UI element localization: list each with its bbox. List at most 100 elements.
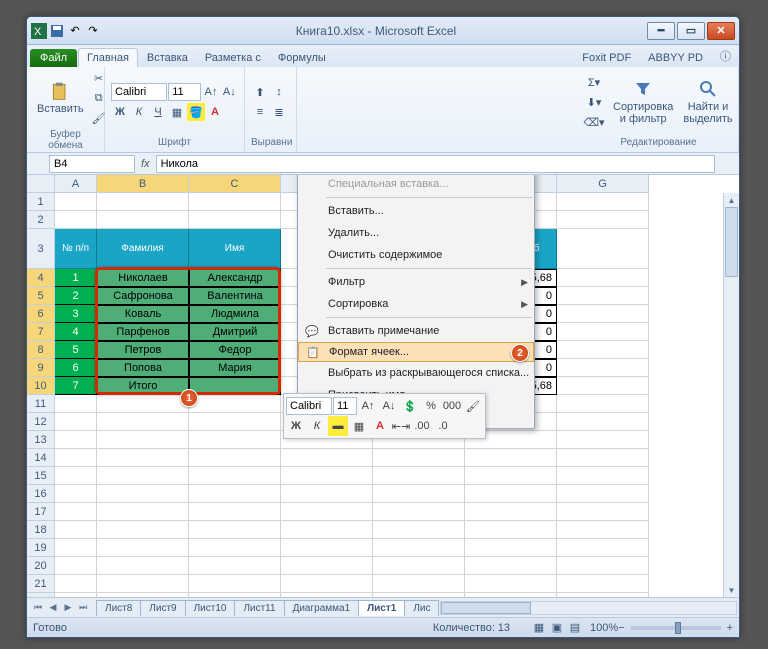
ctx-sort[interactable]: Сортировка▶ <box>298 293 534 315</box>
cell[interactable] <box>189 539 281 557</box>
tab-nav-prev-icon[interactable]: ◀ <box>46 601 60 615</box>
shrink-font-icon[interactable]: A↓ <box>221 83 238 101</box>
minimize-button[interactable]: ━ <box>647 22 675 40</box>
row-header-17[interactable]: 17 <box>27 503 55 521</box>
row-header-14[interactable]: 14 <box>27 449 55 467</box>
cell[interactable] <box>557 431 649 449</box>
row-header-16[interactable]: 16 <box>27 485 55 503</box>
cell[interactable]: Александр <box>189 269 281 287</box>
autosum-icon[interactable]: Σ▾ <box>585 73 603 91</box>
font-name-combo[interactable]: Calibri <box>111 83 167 101</box>
cell[interactable] <box>97 211 189 229</box>
border-icon[interactable]: ▦ <box>349 416 369 436</box>
worksheet-grid[interactable]: ABCDEFG 12345678910111213141516171819202… <box>27 175 739 597</box>
cell[interactable] <box>465 575 557 593</box>
scroll-down-icon[interactable]: ▼ <box>724 583 739 597</box>
file-tab[interactable]: Файл <box>30 49 77 67</box>
cell[interactable] <box>97 193 189 211</box>
cell[interactable] <box>97 413 189 431</box>
cell[interactable] <box>373 449 465 467</box>
cell[interactable] <box>97 395 189 413</box>
cell[interactable] <box>55 193 97 211</box>
cell[interactable] <box>189 193 281 211</box>
cell[interactable] <box>281 449 373 467</box>
format-painter-icon[interactable]: 🖌 <box>463 396 483 416</box>
grow-font-icon[interactable]: A↑ <box>358 396 378 416</box>
zoom-slider[interactable] <box>631 626 721 630</box>
ribbon-help-icon[interactable]: ⓘ <box>712 45 739 67</box>
ctx-filter[interactable]: Фильтр▶ <box>298 271 534 293</box>
cell[interactable] <box>281 521 373 539</box>
cell[interactable]: 5 <box>55 341 97 359</box>
cell[interactable] <box>557 593 649 597</box>
redo-icon[interactable]: ↷ <box>85 23 101 39</box>
cell[interactable] <box>97 449 189 467</box>
decrease-decimal-icon[interactable]: .0 <box>433 416 453 436</box>
thousands-icon[interactable]: 000 <box>442 396 462 416</box>
bold-icon[interactable]: Ж <box>111 103 129 121</box>
col-header-A[interactable]: A <box>55 175 97 193</box>
cell[interactable] <box>465 503 557 521</box>
cell[interactable] <box>373 575 465 593</box>
cell[interactable] <box>55 467 97 485</box>
tab-insert[interactable]: Вставка <box>139 49 196 67</box>
row-header-2[interactable]: 2 <box>27 211 55 229</box>
cell[interactable] <box>557 503 649 521</box>
zoom-out-icon[interactable]: − <box>618 622 624 634</box>
ctx-insert[interactable]: Вставить... <box>298 200 534 222</box>
row-header-10[interactable]: 10 <box>27 377 55 395</box>
cell[interactable] <box>55 521 97 539</box>
ctx-dropdown-pick[interactable]: Выбрать из раскрывающегося списка... <box>298 362 534 384</box>
cell[interactable]: Имя <box>189 229 281 269</box>
sheet-tab[interactable]: Лист1 <box>358 600 405 616</box>
font-color-icon[interactable]: A <box>370 416 390 436</box>
sheet-tab[interactable]: Лист9 <box>140 600 185 616</box>
font-color-icon[interactable]: A <box>206 103 224 121</box>
row-header-8[interactable]: 8 <box>27 341 55 359</box>
cell[interactable] <box>281 503 373 521</box>
cell[interactable] <box>557 395 649 413</box>
cell[interactable] <box>557 521 649 539</box>
cell[interactable] <box>97 467 189 485</box>
increase-decimal-icon[interactable]: .00 <box>412 416 432 436</box>
align-mid-icon[interactable]: ↕ <box>270 83 288 101</box>
cell[interactable] <box>55 413 97 431</box>
cell[interactable]: Попова <box>97 359 189 377</box>
cell[interactable] <box>55 395 97 413</box>
cell[interactable] <box>55 485 97 503</box>
sheet-tab[interactable]: Диаграмма1 <box>284 600 360 616</box>
cell[interactable] <box>557 305 649 323</box>
paste-button[interactable]: Вставить <box>33 79 88 117</box>
row-header-13[interactable]: 13 <box>27 431 55 449</box>
row-header-19[interactable]: 19 <box>27 539 55 557</box>
cell[interactable]: № п/п <box>55 229 97 269</box>
cell[interactable] <box>465 467 557 485</box>
cell[interactable] <box>55 557 97 575</box>
cell[interactable] <box>465 539 557 557</box>
align-top-icon[interactable]: ⬆ <box>251 83 269 101</box>
find-select-button[interactable]: Найти и выделить <box>679 77 736 127</box>
cell[interactable]: Валентина <box>189 287 281 305</box>
cell[interactable] <box>189 575 281 593</box>
cell[interactable]: 1 <box>55 269 97 287</box>
col-header-B[interactable]: B <box>97 175 189 193</box>
cell[interactable]: Людмила <box>189 305 281 323</box>
tab-foxit[interactable]: Foxit PDF <box>574 49 639 67</box>
cell[interactable] <box>465 593 557 597</box>
border-icon[interactable]: ▦ <box>168 103 186 121</box>
underline-icon[interactable]: Ч <box>149 103 167 121</box>
italic-icon[interactable]: К <box>130 103 148 121</box>
ctx-clear[interactable]: Очистить содержимое <box>298 244 534 266</box>
row-header-15[interactable]: 15 <box>27 467 55 485</box>
cell[interactable] <box>557 229 649 269</box>
cell[interactable]: 4 <box>55 323 97 341</box>
align-left-icon[interactable]: ≡ <box>251 103 269 121</box>
cell[interactable] <box>189 485 281 503</box>
cell[interactable] <box>373 539 465 557</box>
row-header-12[interactable]: 12 <box>27 413 55 431</box>
cell[interactable]: Петров <box>97 341 189 359</box>
scroll-thumb[interactable] <box>441 602 531 614</box>
undo-icon[interactable]: ↶ <box>67 23 83 39</box>
cell[interactable]: Фамилия <box>97 229 189 269</box>
cell[interactable] <box>557 413 649 431</box>
